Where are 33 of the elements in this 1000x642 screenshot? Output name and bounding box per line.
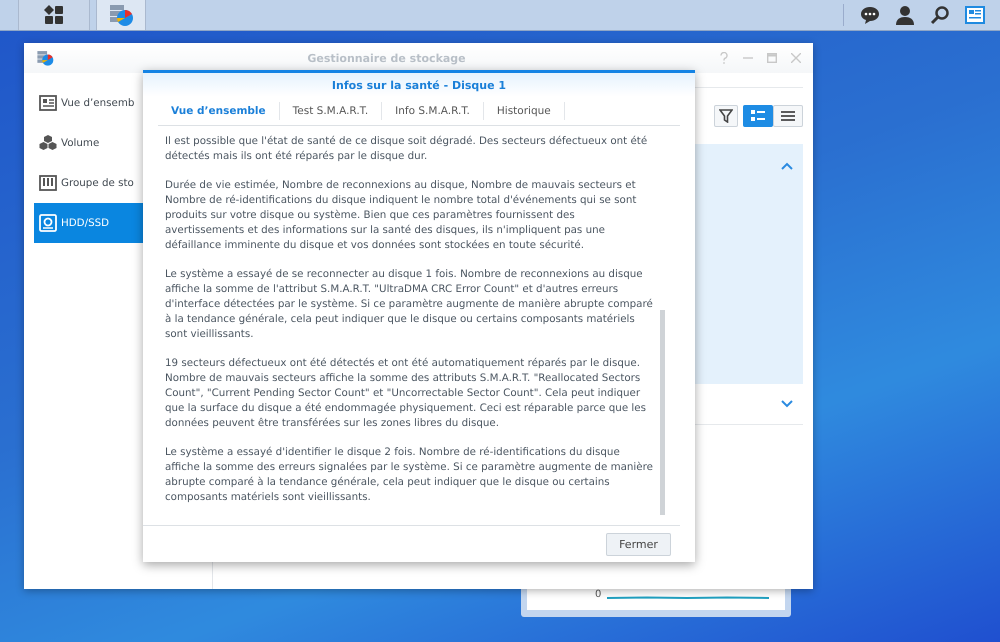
list-view-button[interactable] — [743, 105, 773, 127]
paragraph: Il est possible que l'état de santé de ce disque soit dégradé. Des secteurs défectueux ont été détectés mais ils ont été réparés par le disque dur. — [165, 134, 648, 164]
main-menu-button[interactable] — [18, 0, 90, 30]
filter-icon — [719, 109, 733, 123]
widget-icon[interactable] — [965, 6, 985, 24]
tab[interactable]: Test S.M.A.R.T. — [280, 102, 382, 120]
close-button[interactable]: Fermer — [606, 532, 671, 556]
scrollbar-thumb[interactable] — [660, 310, 665, 515]
dialog-title: Infos sur la santé - Disque 1 — [332, 78, 506, 92]
cubes-icon — [39, 135, 57, 151]
drive-bays-icon — [39, 175, 57, 191]
filter-button[interactable] — [714, 105, 738, 127]
id-card-icon — [39, 95, 57, 111]
paragraph: Le système a essayé d'identifier le disque 2 fois. Nombre de ré-identifications du disque affiche la somme des erreurs signalées par le système. Si ce paramètre augmente de manière abrupte comparé à la tendance générale, cela peut indiquer que le disque ou certains composants matériels sont vieillissants. — [165, 445, 654, 505]
chevron-down-icon[interactable] — [781, 400, 793, 408]
search-icon[interactable] — [930, 5, 950, 25]
chevron-up-icon[interactable] — [781, 162, 793, 170]
list-icon — [751, 110, 765, 122]
grid-icon — [44, 5, 64, 25]
user-icon[interactable] — [895, 5, 915, 25]
chat-icon[interactable] — [860, 5, 880, 25]
window-title: Gestionnaire de stockage — [306, 52, 467, 64]
tab[interactable]: Vue d’ensemble — [158, 102, 280, 120]
menu-icon — [781, 110, 795, 122]
tab[interactable]: Historique — [484, 102, 565, 120]
tab[interactable]: Info S.M.A.R.T. — [382, 102, 484, 120]
storage-app-button[interactable] — [96, 0, 146, 30]
storage-app-icon — [108, 3, 134, 27]
compact-view-button[interactable] — [773, 105, 803, 127]
paragraph: 19 secteurs défectueux ont été détectés et ont été automatiquement réparés par le disque. Nombre de mauvais secteurs affiche la somme des attributs S.M.A.R.T. "Reallocated Sectors Count", "Current Pending Sector Count" et "Uncorrectable Sector Count". Cela peut indiquer que la surface du disque a été endommagée physiquement. Ceci est réparable parce que les données peuvent être transférées sur les zones libres du disque. — [165, 356, 647, 431]
axis-label: 0 — [595, 589, 602, 600]
paragraph: Le système a essayé de se reconnecter au disque 1 fois. Nombre de reconnexions au disque affiche la somme de l'attribut S.M.A.R.T. "UltraDMA CRC Error Count" et d'autres erreurs d'interface détectées par le système. Si ce paramètre augmente de manière abrupte comparé à la tendance générale, cela peut indiquer que le disque ou certains composants matériels sont vieillissants. — [165, 267, 654, 342]
storage-app-icon — [36, 49, 54, 67]
